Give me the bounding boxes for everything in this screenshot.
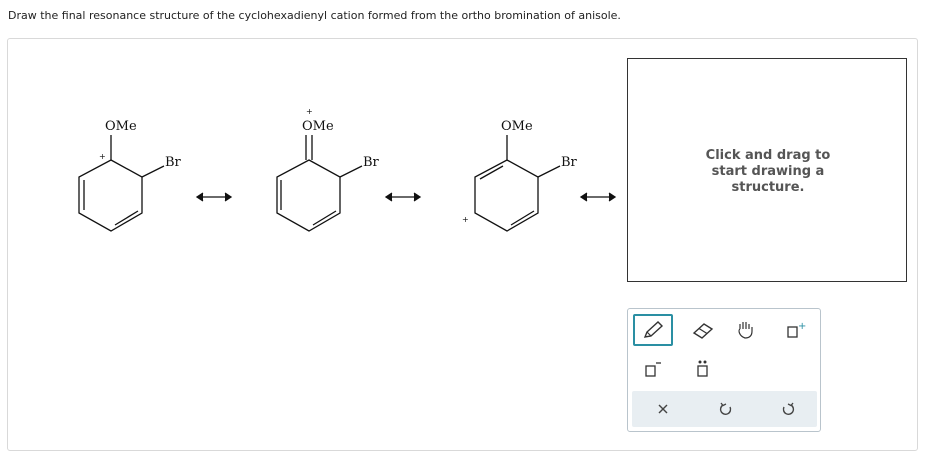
- structure-3: [474, 135, 561, 232]
- resonance-arrow: [384, 192, 422, 202]
- negative-charge-tool-button[interactable]: [633, 353, 673, 385]
- add-charge-icon: +: [787, 321, 806, 338]
- resonance-arrow: [195, 192, 233, 202]
- redo-button[interactable]: [768, 393, 808, 425]
- lone-pair-icon: [697, 360, 708, 377]
- ome-label: OMe: [302, 119, 334, 134]
- svg-text:+: +: [798, 321, 806, 332]
- add-charge-tool-button[interactable]: +: [776, 314, 816, 346]
- drawing-canvas[interactable]: Click and drag to start drawing a struct…: [627, 58, 907, 282]
- canvas-hint: Click and drag to start drawing a struct…: [705, 148, 831, 195]
- pencil-tool-button[interactable]: [633, 314, 673, 346]
- hand-tool-button[interactable]: [726, 314, 766, 346]
- undo-button[interactable]: [706, 393, 746, 425]
- clear-button[interactable]: [643, 393, 683, 425]
- resonance-arrow: [579, 192, 617, 202]
- negative-charge-icon: [645, 362, 661, 377]
- ome-label: OMe: [105, 119, 137, 134]
- structure-2: [276, 135, 363, 232]
- eraser-icon: [692, 323, 714, 339]
- br-label: Br: [561, 155, 578, 170]
- redo-icon: [782, 402, 795, 415]
- action-bar: [632, 391, 817, 427]
- hand-icon: [738, 322, 753, 339]
- charge-label: +: [99, 152, 106, 161]
- lone-pair-tool-button[interactable]: [683, 353, 723, 385]
- drawing-toolbar: +: [627, 308, 821, 432]
- charge-label: +: [462, 215, 469, 224]
- br-label: Br: [363, 155, 380, 170]
- pencil-icon: [643, 321, 664, 338]
- br-label: Br: [165, 155, 182, 170]
- undo-icon: [719, 402, 732, 415]
- eraser-tool-button[interactable]: [683, 314, 723, 346]
- charge-label: +: [306, 107, 313, 116]
- structure-1: [78, 135, 165, 232]
- ome-label: OMe: [501, 119, 533, 134]
- clear-icon: [658, 404, 668, 414]
